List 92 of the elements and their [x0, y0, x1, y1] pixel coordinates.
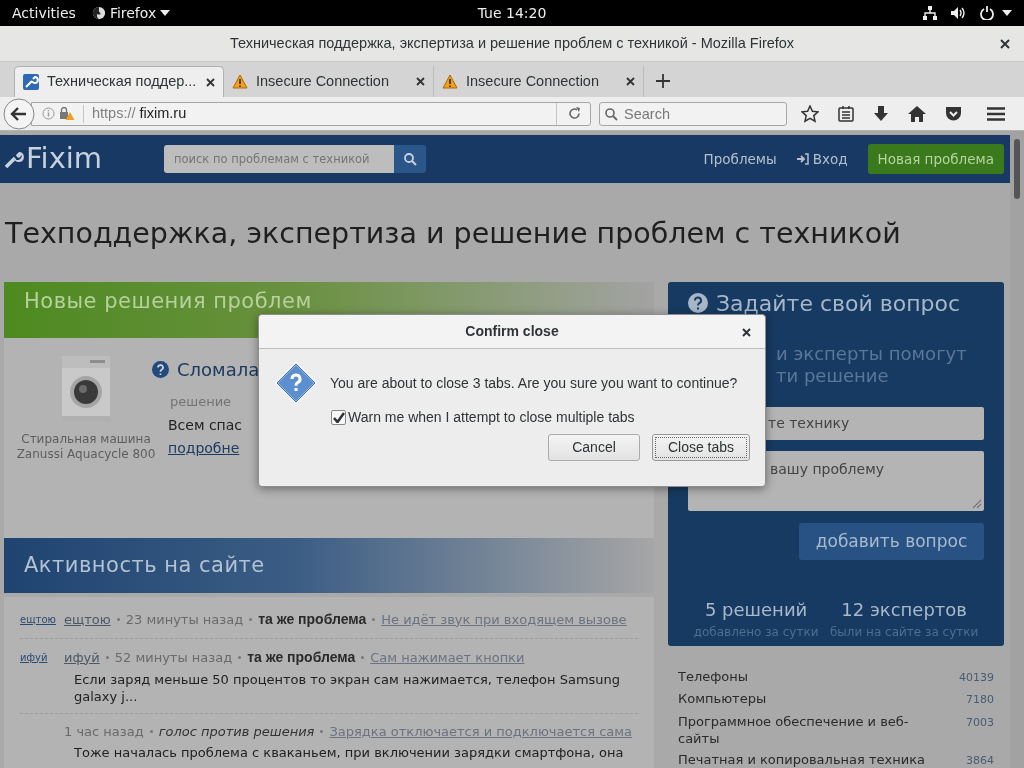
category-link[interactable]: Печатная и копировальная техника	[678, 750, 928, 768]
app-menu[interactable]: Firefox	[109, 2, 157, 24]
solution-meta: решение	[170, 392, 233, 411]
activities-button[interactable]: Activities	[12, 2, 76, 24]
question-icon	[274, 361, 318, 405]
star-icon[interactable]	[801, 104, 819, 123]
clock[interactable]: Tue 14:20	[345, 2, 679, 24]
category-count: 40139	[959, 669, 994, 686]
activity-action: та же проблема	[258, 609, 367, 629]
login-link[interactable]: Вход	[796, 148, 848, 170]
dialog-title: Confirm close	[465, 322, 559, 341]
question-icon	[688, 293, 708, 314]
activity-time: 1 час назад	[64, 722, 144, 741]
category-link[interactable]: Телефоны	[678, 667, 928, 685]
stat-value: 5 решений	[704, 597, 808, 622]
app-icon	[91, 6, 106, 20]
close-tab-icon[interactable]	[206, 77, 215, 87]
solution-title[interactable]: Сломала	[177, 355, 260, 383]
solution-text: Всем спас	[168, 416, 244, 436]
category-count: 3864	[966, 752, 994, 768]
search-button[interactable]	[394, 145, 426, 173]
search-icon	[403, 152, 417, 166]
user-link[interactable]: ещтою	[64, 609, 111, 629]
panel-subtitle: и эксперты помогут	[776, 342, 968, 365]
close-icon[interactable]	[742, 328, 751, 337]
avatar-link[interactable]: ифуй	[20, 649, 64, 665]
checkmark-icon	[332, 412, 345, 423]
activity-text: Тоже началась проблема с кваканьем, при включении зарядки смартфона, она	[74, 744, 625, 762]
lock-warning-icon	[59, 107, 75, 120]
activity-action: та же проблема	[247, 647, 356, 667]
search-field[interactable]: Search	[599, 101, 787, 126]
new-tab-icon[interactable]	[656, 74, 670, 88]
login-icon	[796, 153, 809, 165]
menu-icon[interactable]	[987, 106, 1005, 121]
page-heading: Техподдержка, экспертиза и решение проблем с техникой	[5, 216, 902, 252]
close-tab-icon[interactable]	[626, 77, 635, 86]
panel-title: Задайте свой вопрос	[716, 289, 961, 318]
stat-caption: были на сайте за сутки	[829, 623, 979, 641]
resize-grip-icon[interactable]	[972, 498, 982, 509]
wrench-icon	[4, 149, 24, 169]
window-title: Техническая поддержка, экспертиза и решение проблем с техникой - Mozilla Firefox	[229, 33, 795, 53]
nav-link[interactable]: Проблемы	[703, 148, 777, 170]
network-icon[interactable]	[923, 6, 937, 20]
category-link[interactable]: Программное обеспечение и веб-сайты	[678, 712, 928, 747]
user-link[interactable]: ифуй	[64, 647, 100, 667]
url-scheme: https://	[92, 103, 136, 123]
wrench-icon	[23, 74, 39, 90]
reload-icon[interactable]	[568, 107, 581, 120]
address-field[interactable]: https:// fixim.ru	[31, 101, 591, 126]
avatar-link[interactable]: ещтою	[20, 611, 64, 627]
power-icon[interactable]	[980, 6, 994, 20]
add-question-button[interactable]: добавить вопрос	[799, 522, 984, 560]
stat-caption: добавлено за сутки	[693, 623, 819, 641]
activity-time: 52 минуты назад	[114, 648, 233, 667]
site-search-field[interactable]: поиск по проблемам с техникой	[164, 145, 394, 173]
scrollbar[interactable]	[1014, 139, 1020, 199]
warning-icon	[232, 74, 248, 89]
section-title: Активность на сайте	[24, 551, 265, 579]
dialog-message: You are about to close 3 tabs. Are you sure you want to continue?	[330, 373, 738, 393]
stat-value: 12 экспертов	[841, 597, 967, 622]
category-count: 7180	[966, 692, 994, 709]
close-icon[interactable]	[1000, 39, 1010, 49]
category-link[interactable]: Компьютеры	[678, 690, 928, 708]
info-icon	[42, 107, 55, 120]
section-title: Новые решения проблем	[24, 287, 312, 315]
panel-subtitle: ти решение	[776, 364, 890, 387]
site-logo[interactable]: Fixim	[26, 137, 146, 181]
search-icon	[605, 107, 618, 121]
back-icon[interactable]	[3, 97, 35, 130]
category-count: 7003	[966, 714, 994, 731]
product-caption: Стиральная машина Zanussi Aquacycle 800	[16, 431, 156, 462]
checkbox-label[interactable]: Warn me when I attempt to close multiple tabs	[348, 407, 635, 428]
dialog-button[interactable]: Cancel	[548, 434, 640, 461]
close-tab-icon[interactable]	[416, 77, 425, 86]
activity-text: Если заряд меньше 50 процентов то экран сам нажимается, телефон Samsung galaxy j...	[74, 670, 622, 705]
caret-icon[interactable]	[1002, 10, 1012, 16]
volume-icon[interactable]	[951, 6, 966, 20]
reading-list-icon[interactable]	[838, 105, 854, 122]
pocket-icon[interactable]	[945, 105, 962, 122]
new-problem-button[interactable]: Новая проблема	[867, 144, 1004, 174]
home-icon[interactable]	[908, 105, 926, 122]
checkbox[interactable]	[331, 410, 346, 425]
url-domain: fixim.ru	[139, 103, 188, 123]
question-icon	[152, 360, 169, 378]
caret-icon	[160, 10, 171, 16]
browser-tab[interactable]: Техническая поддер...	[14, 66, 224, 97]
dialog-button[interactable]: Close tabs	[652, 434, 750, 461]
warning-icon	[442, 74, 458, 89]
download-icon[interactable]	[873, 105, 889, 122]
activity-time: 23 минуты назад	[125, 610, 244, 629]
solution-link[interactable]: подробне	[168, 438, 260, 460]
activity-action: голос против решения	[158, 722, 315, 741]
